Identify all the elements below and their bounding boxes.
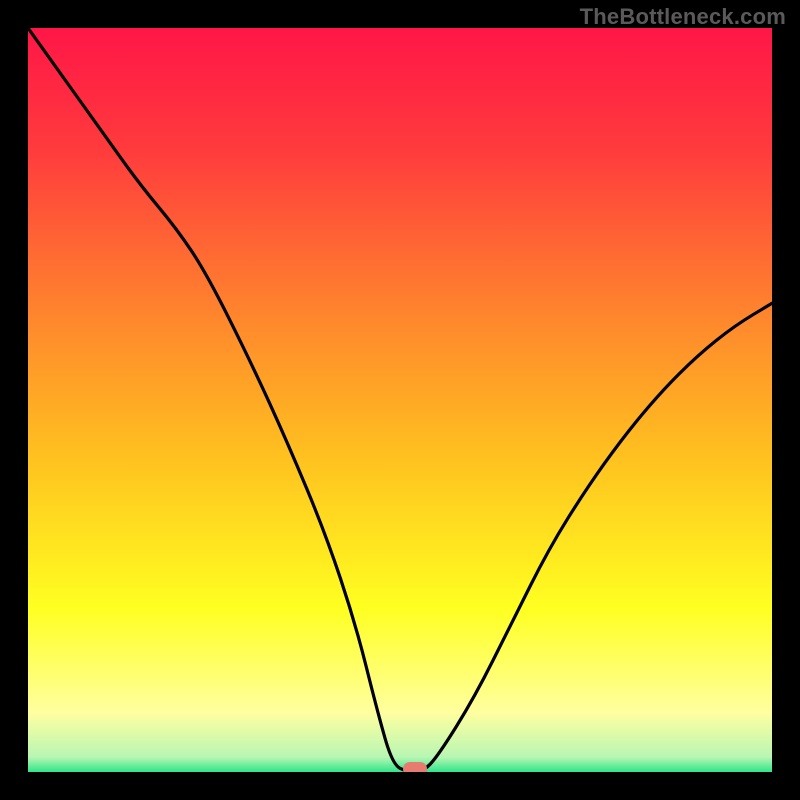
plot-area: [28, 28, 772, 772]
bottleneck-curve: [28, 28, 772, 772]
watermark-text: TheBottleneck.com: [580, 4, 786, 30]
plot-outer: [28, 28, 772, 772]
bottleneck-curve-svg: [28, 28, 772, 772]
chart-frame: TheBottleneck.com: [0, 0, 800, 800]
optimum-marker: [403, 762, 427, 772]
